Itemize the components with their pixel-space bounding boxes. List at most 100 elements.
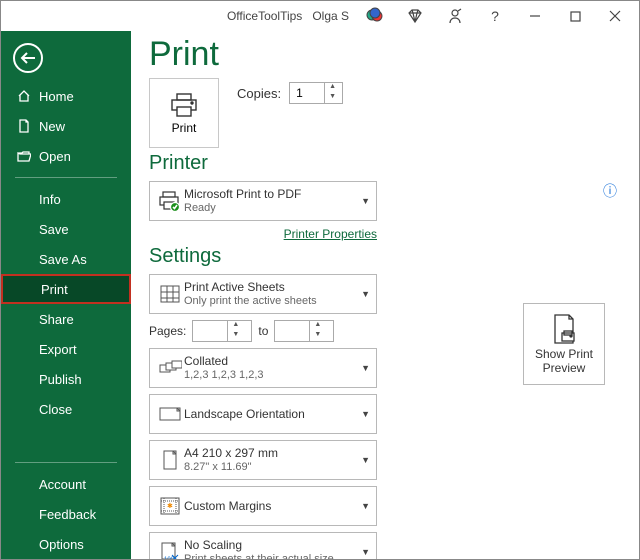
sidebar-item-home[interactable]: Home [1, 81, 131, 111]
sidebar-item-close[interactable]: Close [1, 394, 131, 424]
printer-select[interactable]: Microsoft Print to PDFReady ▼ [149, 181, 377, 221]
sidebar-item-label: New [39, 119, 65, 134]
spin-down-icon[interactable]: ▼ [325, 93, 340, 103]
print-button[interactable]: Print [149, 78, 219, 148]
paper-sub: 8.27" x 11.69" [184, 461, 361, 475]
settings-heading: Settings [149, 245, 621, 268]
print-what-select[interactable]: Print Active SheetsOnly print the active… [149, 274, 377, 314]
sidebar-item-label: Home [39, 89, 74, 104]
paper-size-select[interactable]: A4 210 x 297 mm8.27" x 11.69" ▼ [149, 440, 377, 480]
help-icon[interactable]: ? [475, 2, 515, 30]
svg-text:100: 100 [164, 557, 175, 559]
sheets-icon [156, 284, 184, 304]
copies-input[interactable] [290, 83, 324, 103]
scaling-icon: 100 [156, 541, 184, 559]
sidebar-item-label: Info [17, 192, 61, 207]
chevron-down-icon: ▼ [361, 501, 370, 511]
sidebar-item-label: Export [17, 342, 77, 357]
print-what-title: Print Active Sheets [184, 280, 361, 295]
sidebar-item-options[interactable]: Options [1, 529, 131, 559]
sidebar-item-open[interactable]: Open [1, 141, 131, 171]
pages-label: Pages: [149, 324, 186, 338]
landscape-icon [156, 405, 184, 423]
pages-to-input[interactable] [275, 321, 309, 341]
show-print-preview-button[interactable]: Show Print Preview [523, 303, 605, 385]
pages-from-stepper[interactable]: ▲▼ [192, 320, 252, 342]
sidebar-item-label: Options [17, 537, 84, 552]
chevron-down-icon: ▼ [361, 196, 370, 206]
sidebar-item-save[interactable]: Save [1, 214, 131, 244]
printer-icon [169, 92, 199, 118]
print-pane: Print Print Copies: ▲▼ ⓘ Printer Microso… [131, 31, 639, 559]
app-name: OfficeToolTips [227, 9, 302, 23]
printer-heading: Printer [149, 152, 621, 175]
collation-select[interactable]: Collated1,2,3 1,2,3 1,2,3 ▼ [149, 348, 377, 388]
maximize-icon[interactable] [555, 2, 595, 30]
sidebar-item-info[interactable]: Info [1, 184, 131, 214]
scaling-select[interactable]: 100 No ScalingPrint sheets at their actu… [149, 532, 377, 559]
minimize-icon[interactable] [515, 2, 555, 30]
sidebar-item-new[interactable]: New [1, 111, 131, 141]
sidebar-item-label: Open [39, 149, 71, 164]
sidebar-item-publish[interactable]: Publish [1, 364, 131, 394]
spin-down-icon[interactable]: ▼ [310, 331, 325, 341]
sidebar-item-label: Publish [17, 372, 82, 387]
spin-down-icon[interactable]: ▼ [228, 331, 243, 341]
scaling-title: No Scaling [184, 538, 361, 553]
main: Home New Open Info Save Save As Print Sh… [1, 31, 639, 559]
pages-from-input[interactable] [193, 321, 227, 341]
sidebar-item-account[interactable]: Account [1, 469, 131, 499]
copies-label: Copies: [237, 86, 281, 101]
page-title: Print [149, 35, 621, 74]
show-preview-label: Show Print Preview [524, 347, 604, 376]
chevron-down-icon: ▼ [361, 547, 370, 557]
titlebar: OfficeToolTips Olga S ? [1, 1, 639, 31]
sidebar-item-label: Print [19, 282, 68, 297]
paper-title: A4 210 x 297 mm [184, 446, 361, 461]
sidebar-item-label: Save As [17, 252, 87, 267]
sidebar-item-print[interactable]: Print [1, 274, 131, 304]
sidebar-item-label: Save [17, 222, 69, 237]
chevron-down-icon: ▼ [361, 455, 370, 465]
margins-select[interactable]: ✱ Custom Margins ▼ [149, 486, 377, 526]
spin-up-icon[interactable]: ▲ [228, 321, 243, 331]
backstage-sidebar: Home New Open Info Save Save As Print Sh… [1, 31, 131, 559]
print-what-sub: Only print the active sheets [184, 295, 361, 309]
sidebar-item-label: Account [17, 477, 86, 492]
chevron-down-icon: ▼ [361, 289, 370, 299]
close-icon[interactable] [595, 2, 635, 30]
info-icon[interactable]: ⓘ [603, 181, 617, 201]
back-button[interactable] [13, 43, 43, 73]
spin-up-icon[interactable]: ▲ [325, 83, 340, 93]
pages-to-stepper[interactable]: ▲▼ [274, 320, 334, 342]
sidebar-item-export[interactable]: Export [1, 334, 131, 364]
sidebar-item-share[interactable]: Share [1, 304, 131, 334]
spin-up-icon[interactable]: ▲ [310, 321, 325, 331]
feedback-icon[interactable] [435, 2, 475, 30]
svg-text:✱: ✱ [167, 502, 173, 510]
sidebar-item-label: Share [17, 312, 74, 327]
page-icon [156, 449, 184, 471]
orientation-select[interactable]: Landscape Orientation ▼ [149, 394, 377, 434]
printer-ready-icon [156, 190, 184, 212]
chevron-down-icon: ▼ [361, 409, 370, 419]
printer-name: Microsoft Print to PDF [184, 187, 361, 202]
copies-stepper[interactable]: ▲▼ [289, 82, 343, 104]
sidebar-item-saveas[interactable]: Save As [1, 244, 131, 274]
printer-properties-link[interactable]: Printer Properties [149, 227, 377, 241]
sidebar-item-label: Close [17, 402, 72, 417]
sidebar-separator [15, 462, 117, 463]
collation-sub: 1,2,3 1,2,3 1,2,3 [184, 369, 361, 383]
user-name: Olga S [312, 9, 349, 23]
print-button-label: Print [172, 121, 197, 135]
printer-status: Ready [184, 202, 361, 216]
account-picture-icon[interactable] [355, 2, 395, 30]
pages-to-label: to [258, 324, 268, 338]
scaling-sub: Print sheets at their actual size [184, 553, 361, 559]
sidebar-separator [15, 177, 117, 178]
diamond-icon[interactable] [395, 2, 435, 30]
margins-icon: ✱ [156, 496, 184, 516]
orientation-label: Landscape Orientation [184, 407, 361, 422]
collated-icon [156, 360, 184, 376]
sidebar-item-feedback[interactable]: Feedback [1, 499, 131, 529]
